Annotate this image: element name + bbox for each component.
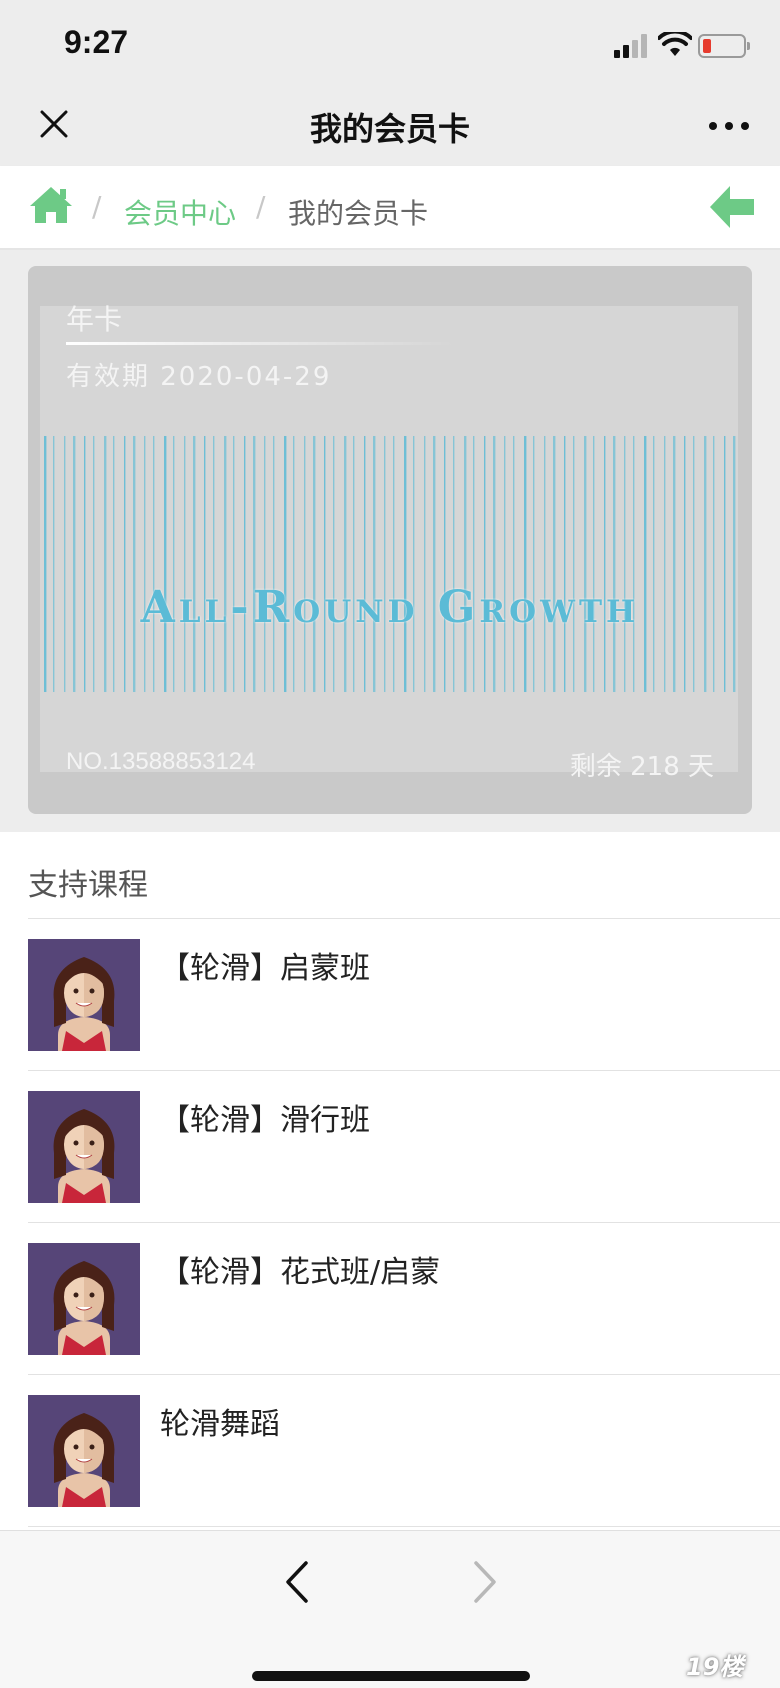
back-arrow-icon[interactable] [708,184,756,230]
card-divider [66,342,456,345]
wifi-icon [658,32,692,56]
card-remaining-days: 剩余 218 天 [569,752,714,782]
bottom-toolbar: 19楼 [0,1530,780,1688]
card-number: NO.13588853124 [66,748,256,775]
person-avatar-icon [28,1091,140,1203]
card-area: 年卡 有效期 2020-04-29 All-Round Growth NO.13… [0,250,780,832]
page-title: 我的会员卡 [309,110,470,148]
course-name: 【轮滑】滑行班 [160,1103,370,1138]
person-avatar-icon [28,1395,140,1507]
battery-icon [698,34,750,58]
person-avatar-icon [28,939,140,1051]
course-avatar [28,939,140,1051]
home-icon[interactable] [28,184,74,226]
membership-card[interactable]: 年卡 有效期 2020-04-29 All-Round Growth NO.13… [28,266,752,814]
course-item[interactable]: 【轮滑】滑行班 [28,1071,780,1223]
course-name: 【轮滑】花式班/启蒙 [160,1255,441,1290]
course-name: 轮滑舞蹈 [160,1407,280,1442]
section-title-courses: 支持课程 [28,868,148,903]
more-icon[interactable] [704,108,754,144]
course-item[interactable]: 【轮滑】启蒙班 [28,919,780,1071]
course-name: 【轮滑】启蒙班 [160,951,370,986]
signal-icon [614,34,650,58]
card-type: 年卡 [66,303,123,336]
card-validity: 有效期 2020-04-29 [66,362,332,392]
breadcrumb-separator: / [256,190,266,223]
card-logo-text: All-Round Growth [140,582,640,633]
nav-bar: 我的会员卡 [0,90,780,166]
status-bar: 9:27 [0,0,780,90]
breadcrumb: / 会员中心 / 我的会员卡 [0,166,780,250]
course-item[interactable]: 轮滑舞蹈 [28,1375,780,1527]
breadcrumb-link-member-center[interactable]: 会员中心 [124,192,236,232]
person-avatar-icon [28,1243,140,1355]
course-avatar [28,1243,140,1355]
chevron-right-icon[interactable] [462,1555,506,1609]
course-avatar [28,1395,140,1507]
breadcrumb-separator: / [92,190,102,223]
course-avatar [28,1091,140,1203]
chevron-left-icon[interactable] [276,1555,320,1609]
breadcrumb-current: 我的会员卡 [288,197,429,230]
status-time: 9:27 [64,24,129,60]
home-indicator[interactable] [252,1671,530,1681]
course-item[interactable]: 【轮滑】花式班/启蒙 [28,1223,780,1375]
watermark-logo: 19楼 [686,1653,744,1681]
barcode-pattern [44,436,736,692]
